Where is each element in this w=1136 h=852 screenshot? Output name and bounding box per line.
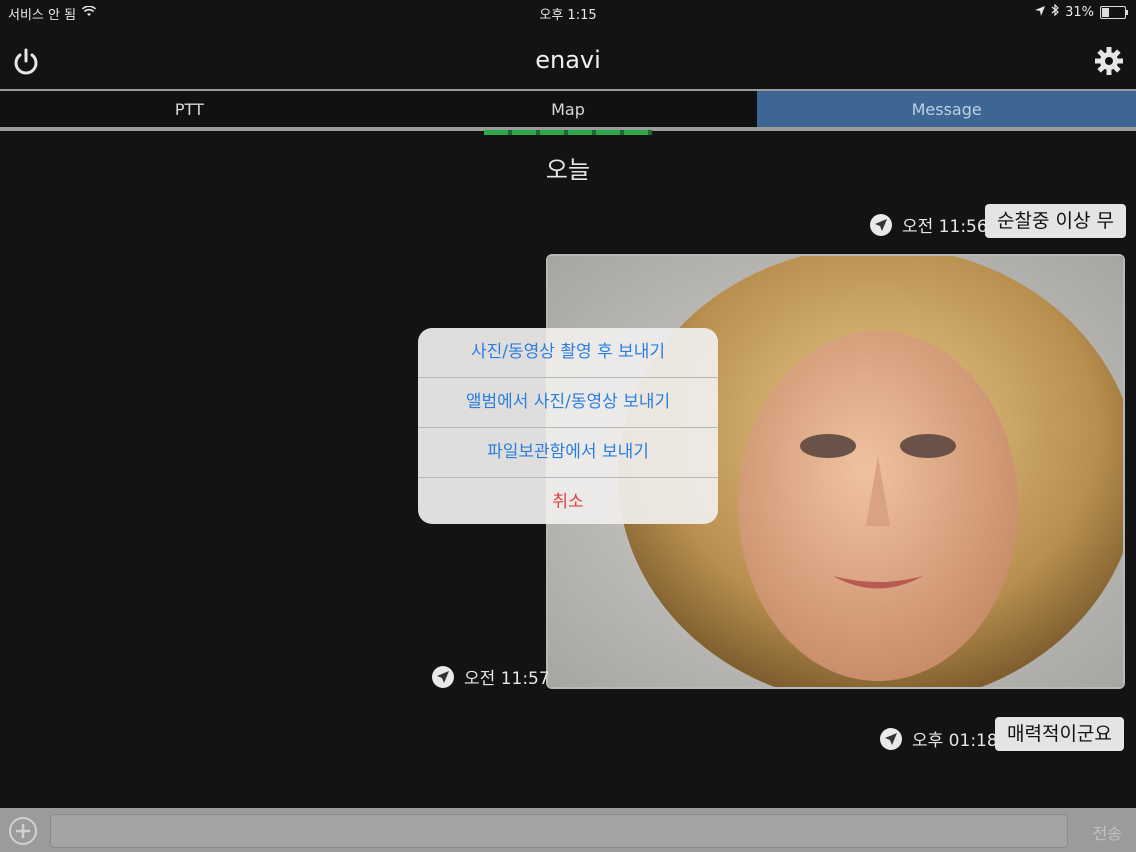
day-separator: 오늘 — [545, 156, 591, 184]
tab-message[interactable]: Message — [757, 91, 1136, 127]
battery-icon — [1100, 5, 1128, 19]
sent-icon — [432, 665, 454, 688]
gear-icon[interactable] — [1094, 46, 1124, 76]
location-icon — [1035, 5, 1046, 20]
tab-ptt[interactable]: PTT — [0, 91, 379, 127]
clock: 오후 1:15 — [539, 8, 597, 23]
file-storage-option[interactable]: 파일보관함에서 보내기 — [418, 428, 718, 478]
send-button[interactable]: 전송 — [1093, 820, 1122, 844]
sent-icon — [870, 213, 892, 236]
battery-percent: 31% — [1065, 4, 1094, 20]
album-photo-video-option[interactable]: 앨범에서 사진/동영상 보내기 — [418, 378, 718, 428]
take-photo-video-option[interactable]: 사진/동영상 촬영 후 보내기 — [418, 328, 718, 378]
bluetooth-icon — [1051, 3, 1059, 20]
map-tab-indicator — [484, 130, 652, 135]
message-timestamp: 오후 01:18 — [880, 726, 998, 751]
tab-map[interactable]: Map — [378, 91, 758, 127]
tab-bar: PTT Map Message — [0, 89, 1136, 131]
attachment-action-sheet: 사진/동영상 촬영 후 보내기 앨범에서 사진/동영상 보내기 파일보관함에서 … — [418, 328, 718, 524]
message-bubble[interactable]: 순찰중 이상 무 — [985, 204, 1126, 238]
nav-bar: enavi — [0, 24, 1136, 88]
message-timestamp: 오전 11:57 — [432, 664, 550, 689]
message-bubble[interactable]: 매력적이군요 — [995, 717, 1124, 751]
add-attachment-icon[interactable] — [8, 816, 38, 846]
cancel-button[interactable]: 취소 — [418, 478, 718, 524]
message-input[interactable] — [50, 814, 1068, 848]
message-timestamp: 오전 11:56 — [870, 212, 988, 237]
sent-icon — [880, 727, 902, 750]
status-bar: 서비스 안 됨 오후 1:15 31% — [0, 0, 1136, 24]
page-title: enavi — [535, 46, 601, 74]
composer-bar: 전송 — [0, 808, 1136, 852]
